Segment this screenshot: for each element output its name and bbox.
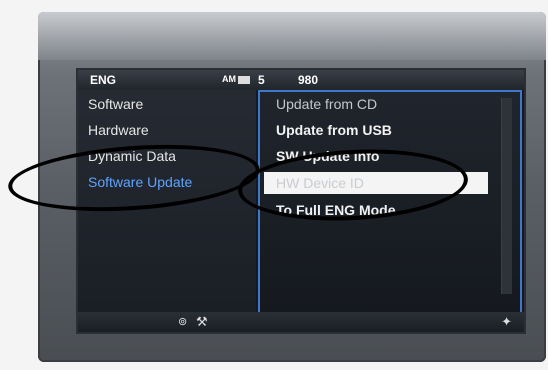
menu-item-hardware[interactable]: Hardware [88, 122, 149, 138]
bezel-top-trim [38, 12, 546, 60]
radio-icon [238, 76, 250, 84]
frequency-readout: 980 [298, 73, 319, 87]
submenu-update-from-usb[interactable]: Update from USB [276, 122, 392, 138]
bottom-bar: ⊚ ⚒ ✦ [78, 312, 524, 332]
submenu-update-from-cd[interactable]: Update from CD [276, 96, 377, 112]
submenu-scrollbar[interactable] [501, 98, 512, 294]
status-bar: ENG AM 5 980 [78, 70, 524, 90]
band-indicator: AM [222, 74, 236, 84]
bluetooth-icon: ⊚ [178, 316, 188, 328]
menu-item-software[interactable]: Software [88, 96, 143, 112]
language-indicator: ENG [90, 73, 117, 87]
preset-number: 5 [258, 73, 265, 87]
tool-icon: ⚒ [196, 314, 208, 329]
navigation-icon[interactable]: ✦ [501, 314, 512, 330]
